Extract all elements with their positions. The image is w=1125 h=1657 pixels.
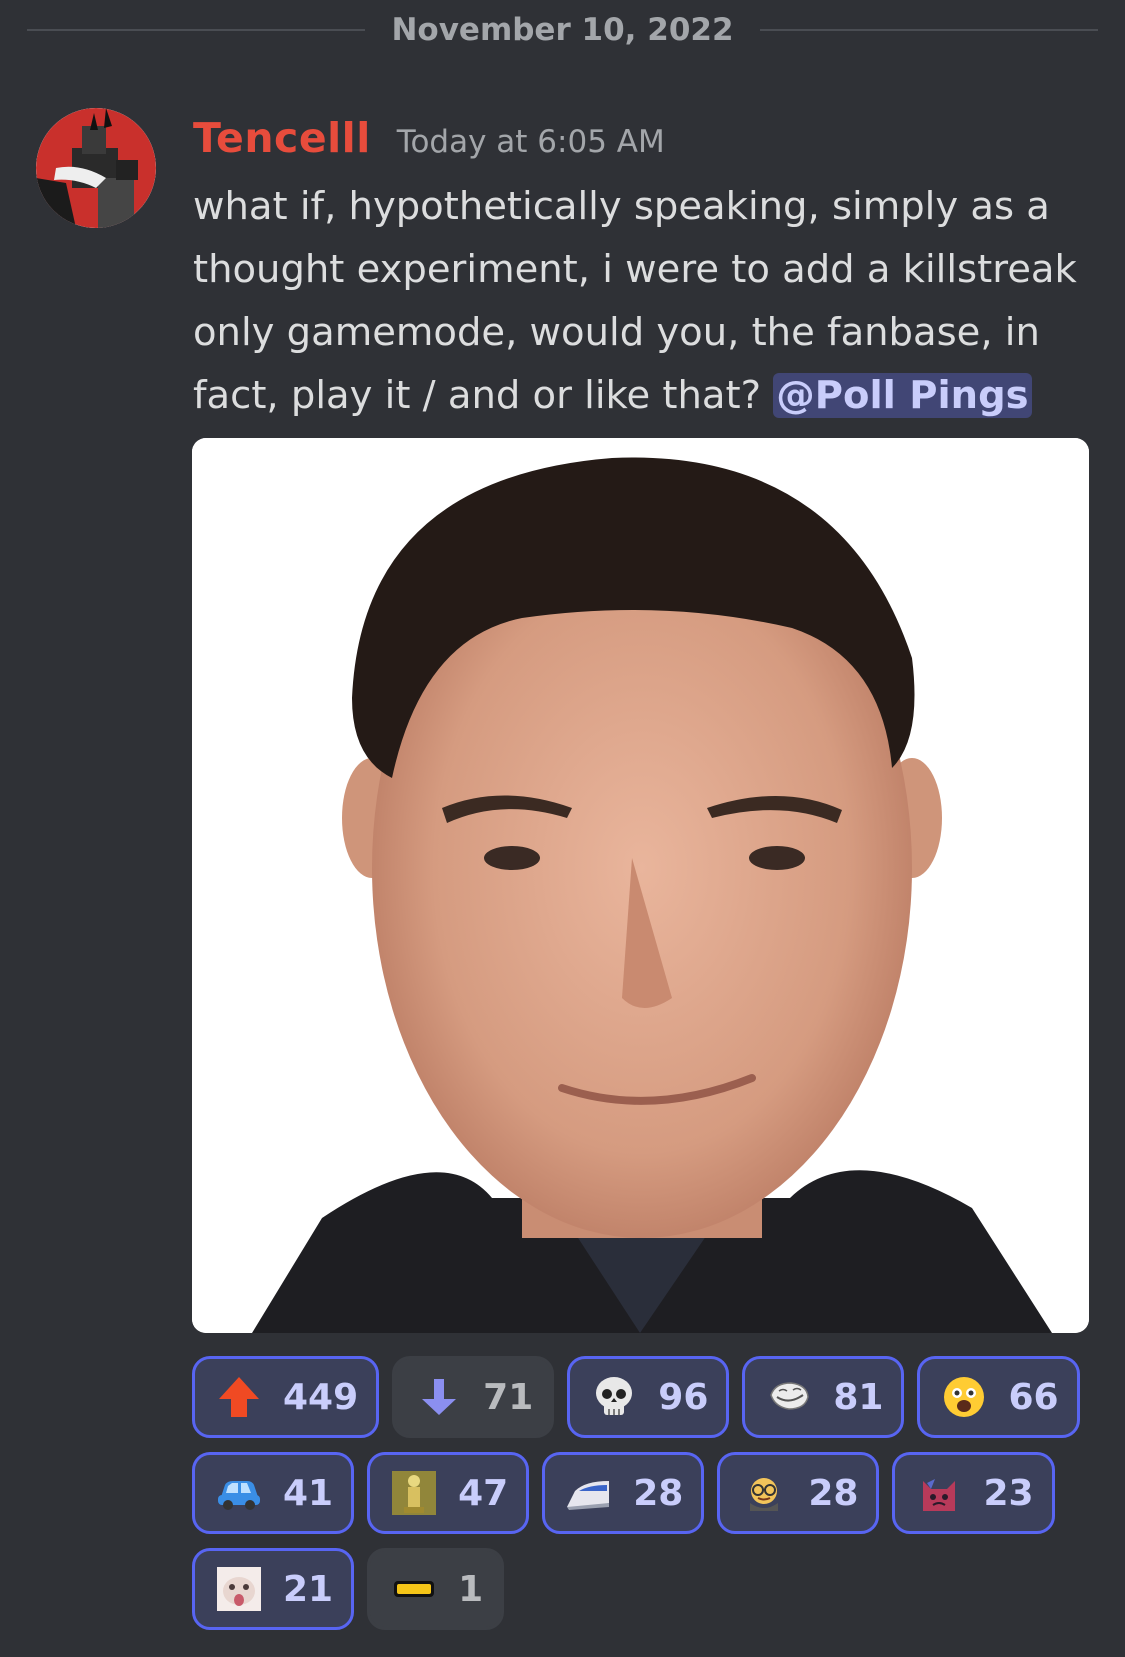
reaction-count: 28 [808, 1472, 859, 1514]
username[interactable]: Tencelll [193, 114, 371, 162]
reaction-count: 81 [833, 1376, 884, 1418]
reaction-count: 71 [483, 1376, 534, 1418]
reaction-count: 47 [458, 1472, 509, 1514]
troll-face-icon [765, 1373, 813, 1421]
avatar[interactable] [36, 108, 156, 228]
image-attachment[interactable] [192, 438, 1089, 1333]
nerd-emote-icon [740, 1469, 788, 1517]
timestamp: Today at 6:05 AM [396, 124, 665, 160]
blue-down-arrow-icon [415, 1373, 463, 1421]
skull-icon [590, 1373, 638, 1421]
bullet-train-icon [565, 1469, 613, 1517]
reaction-upvote[interactable]: 449 [192, 1356, 380, 1438]
reaction-count: 23 [983, 1472, 1034, 1514]
reaction-car[interactable]: 41 [192, 1452, 355, 1534]
reaction-count: 1 [458, 1568, 484, 1610]
roblox-avatar-icon [36, 108, 156, 228]
yellow-bar-icon [390, 1565, 438, 1613]
reaction-cat-photo[interactable]: 21 [192, 1548, 355, 1630]
reaction-count: 449 [283, 1376, 359, 1418]
red-up-arrow-icon [215, 1373, 263, 1421]
reaction-count: 66 [1008, 1376, 1059, 1418]
reaction-statue[interactable]: 47 [367, 1452, 530, 1534]
reaction-train[interactable]: 28 [542, 1452, 705, 1534]
role-mention[interactable]: @Poll Pings [773, 373, 1032, 418]
reaction-red-cat[interactable]: 23 [892, 1452, 1055, 1534]
reaction-count: 41 [283, 1472, 334, 1514]
reaction-count: 96 [658, 1376, 709, 1418]
reaction-nerd[interactable]: 28 [717, 1452, 880, 1534]
reaction-count: 28 [633, 1472, 684, 1514]
reaction-troll[interactable]: 81 [742, 1356, 905, 1438]
portrait-photo-icon [192, 438, 1089, 1333]
reaction-count: 21 [283, 1568, 334, 1610]
blue-car-icon [215, 1469, 263, 1517]
reaction-downvote[interactable]: 71 [392, 1356, 555, 1438]
fearful-face-icon [940, 1373, 988, 1421]
gold-statue-icon [390, 1469, 438, 1517]
date-divider: November 10, 2022 [0, 8, 1125, 52]
red-cat-emote-icon [915, 1469, 963, 1517]
reactions-bar: 449 71 96 81 66 41 47 28 28 23 21 1 [192, 1356, 1092, 1630]
reaction-bar[interactable]: 1 [367, 1548, 505, 1630]
message-content: what if, hypothetically speaking, simply… [193, 175, 1113, 427]
reaction-skull[interactable]: 96 [567, 1356, 730, 1438]
cat-photo-emote-icon [215, 1565, 263, 1613]
date-divider-label: November 10, 2022 [365, 8, 760, 52]
message-header: Tencelll Today at 6:05 AM [193, 114, 665, 168]
reaction-fearful[interactable]: 66 [917, 1356, 1080, 1438]
